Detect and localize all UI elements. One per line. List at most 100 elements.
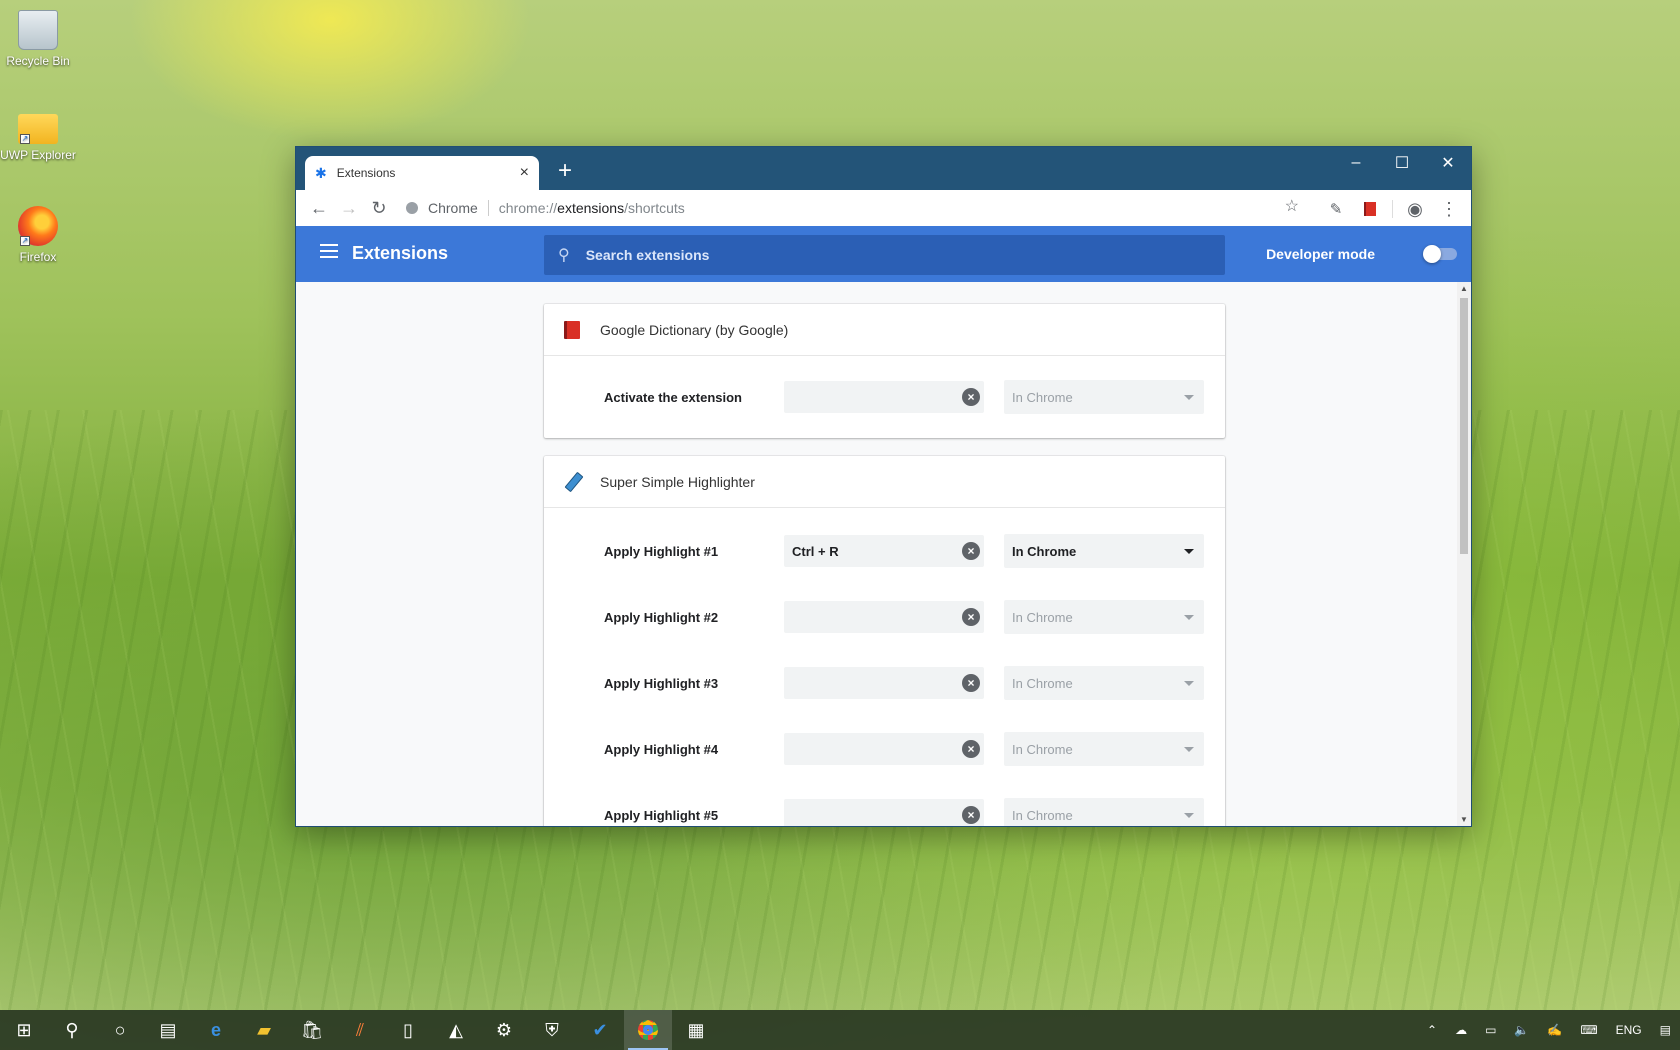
close-window-button[interactable]: ✕ — [1425, 147, 1471, 179]
shortcut-input[interactable]: × — [784, 799, 984, 826]
url-path: /shortcuts — [624, 200, 685, 216]
browser-toolbar: ← → ↻ Chrome chrome://extensions/shortcu… — [296, 190, 1471, 226]
extensions-header: Extensions ⚲ Developer mode — [296, 226, 1471, 282]
clear-shortcut-icon[interactable]: × — [962, 608, 980, 626]
hamburger-menu-icon[interactable] — [320, 244, 338, 258]
shortcut-label: Apply Highlight #4 — [604, 741, 719, 757]
recycle-bin-icon — [18, 10, 58, 50]
system-tray: ⌃ ☁ ▭ 🔈 ✍ ⌨ ENG ▤ — [1418, 1010, 1680, 1050]
scroll-up-icon[interactable]: ▲ — [1460, 284, 1468, 293]
dropdown-caret-icon — [1184, 549, 1194, 554]
shortcut-label: Activate the extension — [604, 389, 742, 405]
desktop-icon-recycle-bin[interactable]: Recycle Bin — [0, 10, 76, 68]
chrome-window: ✱ Extensions × + – ☐ ✕ ← → ↻ Chrome chro… — [295, 146, 1472, 827]
todo-check-icon[interactable]: ✔ — [576, 1010, 624, 1050]
dictionary-extension-icon[interactable] — [1354, 194, 1386, 224]
url-host: extensions — [557, 200, 625, 216]
extension-card-google-dictionary: Google Dictionary (by Google) Activate t… — [544, 304, 1225, 438]
shortcut-input[interactable]: × — [784, 667, 984, 699]
extension-card-super-simple-highlighter: Super Simple Highlighter Apply Highlight… — [544, 456, 1225, 826]
onedrive-icon[interactable]: ☁ — [1446, 1023, 1476, 1037]
chrome-taskbar-icon[interactable] — [624, 1010, 672, 1050]
toolbar-divider — [1392, 200, 1393, 218]
highlighter-extension-icon[interactable]: ✎ — [1320, 194, 1352, 224]
shortcut-arrow-icon: ↗ — [20, 236, 30, 246]
profile-icon[interactable]: ◉ — [1399, 194, 1431, 224]
close-tab-icon[interactable]: × — [520, 164, 529, 182]
scope-value: In Chrome — [1012, 741, 1073, 757]
start-button[interactable]: ⊞ — [0, 1010, 48, 1050]
title-bar[interactable]: ✱ Extensions × + – ☐ ✕ — [296, 147, 1471, 190]
action-center-icon[interactable]: ▤ — [1651, 1023, 1680, 1037]
shortcut-row: Activate the extension × In Chrome — [544, 356, 1225, 438]
clear-shortcut-icon[interactable]: × — [962, 806, 980, 824]
shortcut-input[interactable]: × — [784, 601, 984, 633]
card-header: Google Dictionary (by Google) — [544, 304, 1225, 356]
clear-shortcut-icon[interactable]: × — [962, 542, 980, 560]
developer-mode-label: Developer mode — [1266, 246, 1375, 262]
scope-select[interactable]: In Chrome — [1004, 534, 1204, 568]
network-icon[interactable]: ▭ — [1476, 1023, 1505, 1037]
task-view-icon[interactable]: ▤ — [144, 1010, 192, 1050]
clear-shortcut-icon[interactable]: × — [962, 740, 980, 758]
scope-select[interactable]: In Chrome — [1004, 380, 1204, 414]
app-icon[interactable]: ⫽ — [336, 1010, 384, 1050]
scope-select[interactable]: In Chrome — [1004, 732, 1204, 766]
photos-icon[interactable]: ◭ — [432, 1010, 480, 1050]
shortcut-input[interactable]: × — [784, 381, 984, 413]
search-box[interactable]: ⚲ — [544, 235, 1225, 275]
store-icon[interactable]: 🛍 — [288, 1010, 336, 1050]
settings-icon[interactable]: ⚙ — [480, 1010, 528, 1050]
tab-extensions[interactable]: ✱ Extensions × — [305, 156, 539, 190]
forward-button[interactable]: → — [334, 193, 364, 223]
highlighter-icon — [564, 473, 580, 491]
shortcut-label: Apply Highlight #5 — [604, 807, 719, 823]
notepad-icon[interactable]: ▦ — [672, 1010, 720, 1050]
clear-shortcut-icon[interactable]: × — [962, 674, 980, 692]
shortcut-label: Apply Highlight #3 — [604, 675, 719, 691]
site-chip-label: Chrome — [428, 200, 478, 216]
vertical-scrollbar[interactable]: ▲ ▼ — [1457, 282, 1471, 826]
scrollbar-thumb[interactable] — [1460, 298, 1468, 554]
desktop-icon-firefox[interactable]: ↗ Firefox — [0, 206, 76, 264]
developer-mode-toggle[interactable] — [1423, 245, 1457, 263]
desktop-icon-label: Recycle Bin — [6, 54, 70, 68]
desktop-icon-label: UWP Explorer — [0, 148, 76, 162]
show-hidden-icons-icon[interactable]: ⌃ — [1418, 1023, 1446, 1037]
language-indicator[interactable]: ENG — [1607, 1023, 1651, 1037]
scroll-down-icon[interactable]: ▼ — [1460, 815, 1468, 824]
pen-icon[interactable]: ✍ — [1538, 1023, 1571, 1037]
scope-value: In Chrome — [1012, 543, 1077, 559]
clear-shortcut-icon[interactable]: × — [962, 388, 980, 406]
minimize-button[interactable]: – — [1333, 147, 1379, 179]
back-button[interactable]: ← — [304, 193, 334, 223]
file-explorer-icon[interactable]: ▰ — [240, 1010, 288, 1050]
search-taskbar-icon[interactable]: ⚲ — [48, 1010, 96, 1050]
scope-value: In Chrome — [1012, 675, 1073, 691]
shortcut-input[interactable]: × — [784, 733, 984, 765]
volume-icon[interactable]: 🔈 — [1505, 1023, 1538, 1037]
edge-icon[interactable]: e — [192, 1010, 240, 1050]
scope-select[interactable]: In Chrome — [1004, 798, 1204, 826]
phone-icon[interactable]: ▯ — [384, 1010, 432, 1050]
bookmark-star-icon[interactable]: ☆ — [1285, 196, 1299, 216]
scope-select[interactable]: In Chrome — [1004, 600, 1204, 634]
extension-name: Google Dictionary (by Google) — [600, 321, 789, 338]
shortcut-keys: Ctrl + R — [792, 543, 839, 559]
security-shield-icon[interactable]: ⛨ — [528, 1010, 576, 1050]
keyboard-icon[interactable]: ⌨ — [1571, 1023, 1606, 1037]
maximize-button[interactable]: ☐ — [1379, 147, 1425, 179]
shortcuts-content: Google Dictionary (by Google) Activate t… — [296, 282, 1457, 826]
address-bar[interactable]: Chrome chrome://extensions/shortcuts — [406, 194, 1299, 222]
desktop-icon-uwp-explorer[interactable]: ↗ UWP Explorer — [0, 108, 76, 162]
cortana-icon[interactable]: ○ — [96, 1010, 144, 1050]
menu-kebab-icon[interactable]: ⋮ — [1433, 194, 1465, 224]
scope-select[interactable]: In Chrome — [1004, 666, 1204, 700]
reload-button[interactable]: ↻ — [364, 193, 394, 223]
taskbar: ⊞ ⚲ ○ ▤ e ▰ 🛍 ⫽ ▯ ◭ ⚙ ⛨ ✔ ▦ ⌃ ☁ ▭ 🔈 ✍ ⌨ … — [0, 1010, 1680, 1050]
firefox-icon: ↗ — [18, 206, 58, 246]
search-input[interactable] — [585, 247, 1186, 263]
shortcut-input[interactable]: Ctrl + R × — [784, 535, 984, 567]
new-tab-button[interactable]: + — [558, 157, 572, 185]
site-chip[interactable]: Chrome — [406, 200, 489, 216]
